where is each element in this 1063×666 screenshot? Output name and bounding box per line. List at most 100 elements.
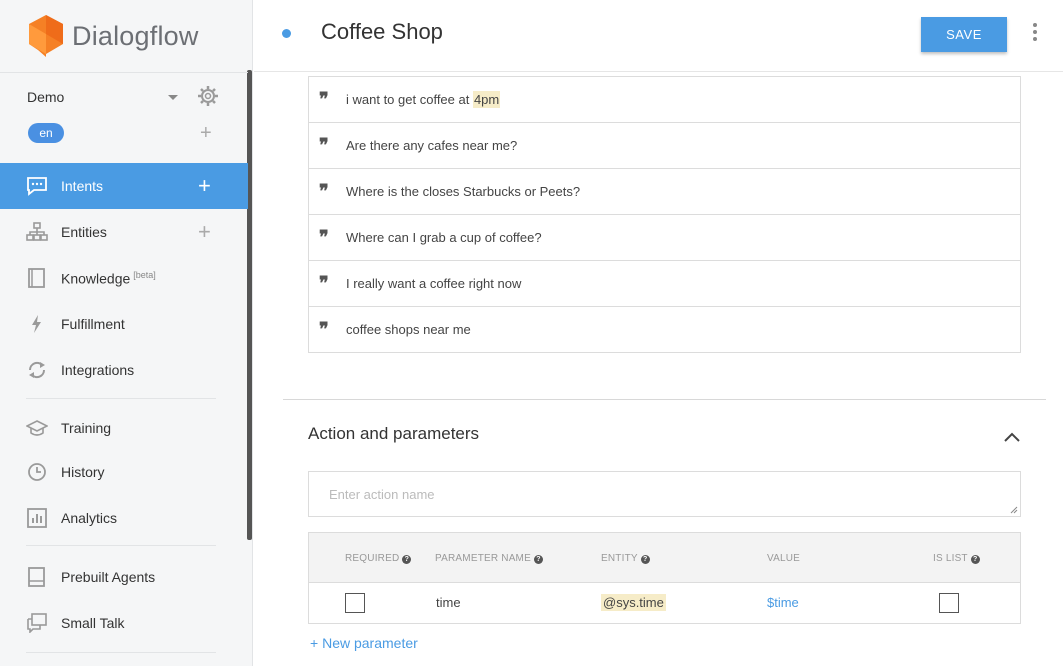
quote-icon: ❞ bbox=[319, 135, 329, 156]
value-cell[interactable]: $time bbox=[767, 595, 799, 610]
bar-chart-icon bbox=[27, 508, 47, 528]
quote-icon: ❞ bbox=[319, 319, 329, 340]
save-button[interactable]: SAVE bbox=[921, 17, 1007, 52]
hierarchy-icon bbox=[26, 222, 48, 241]
is-list-checkbox[interactable] bbox=[939, 593, 959, 613]
help-icon[interactable]: ? bbox=[640, 555, 650, 564]
sidebar-item-knowledge[interactable]: Knowledge [beta] bbox=[0, 255, 248, 301]
sidebar-item-label: Integrations bbox=[61, 362, 135, 378]
intent-name[interactable]: Coffee Shop bbox=[321, 19, 443, 45]
more-vert-icon[interactable] bbox=[1032, 23, 1038, 43]
sync-icon bbox=[28, 361, 46, 379]
column-label: PARAMETER NAME bbox=[435, 553, 531, 564]
lightning-icon bbox=[32, 315, 41, 333]
training-phrase[interactable]: ❞ coffee shops near me bbox=[309, 306, 1020, 352]
sidebar-item-entities[interactable]: Entities + bbox=[0, 209, 248, 255]
book-icon bbox=[28, 567, 45, 587]
column-header: ENTITY? bbox=[601, 553, 650, 564]
action-name-input[interactable] bbox=[308, 471, 1021, 517]
sidebar-item-prebuilt-agents[interactable]: Prebuilt Agents bbox=[0, 554, 248, 600]
chevron-down-icon[interactable] bbox=[168, 95, 178, 100]
column-label: REQUIRED bbox=[345, 553, 400, 564]
sidebar-item-intents[interactable]: Intents + bbox=[0, 163, 248, 209]
training-phrase[interactable]: ❞ I really want a coffee right now bbox=[309, 260, 1020, 306]
app-logo[interactable]: Dialogflow bbox=[28, 14, 199, 58]
plus-icon: + bbox=[310, 635, 323, 651]
sidebar-item-small-talk[interactable]: Small Talk bbox=[0, 600, 248, 646]
column-header: IS LIST? bbox=[933, 553, 980, 564]
app-name: Dialogflow bbox=[72, 20, 199, 51]
book-icon bbox=[28, 268, 45, 288]
sidebar-item-label: Entities bbox=[61, 224, 107, 240]
entity-cell[interactable]: @sys.time bbox=[601, 594, 666, 611]
training-phrase[interactable]: ❞ i want to get coffee at 4pm bbox=[309, 76, 1020, 122]
add-entity-icon[interactable]: + bbox=[198, 221, 211, 243]
quote-icon: ❞ bbox=[319, 181, 329, 202]
sidebar-item-label: History bbox=[61, 464, 105, 480]
resize-handle-icon[interactable] bbox=[1010, 506, 1018, 514]
phrase-text[interactable]: coffee shops near me bbox=[346, 322, 471, 337]
help-icon[interactable]: ? bbox=[970, 555, 980, 564]
sidebar-item-history[interactable]: History bbox=[0, 449, 248, 495]
new-parameter-link[interactable]: + New parameter bbox=[310, 635, 418, 651]
section-divider bbox=[283, 399, 1046, 400]
table-row: time @sys.time $time bbox=[309, 583, 1020, 623]
phrase-text[interactable]: Where can I grab a cup of coffee? bbox=[346, 230, 542, 245]
quote-icon: ❞ bbox=[319, 273, 329, 294]
sidebar-item-training[interactable]: Training bbox=[0, 405, 248, 451]
sidebar-item-label: Knowledge [beta] bbox=[61, 270, 156, 287]
column-header: REQUIRED? bbox=[345, 553, 412, 564]
sidebar-item-label: Small Talk bbox=[61, 615, 125, 631]
column-label: ENTITY bbox=[601, 553, 638, 564]
chevron-up-icon[interactable] bbox=[1003, 431, 1021, 443]
section-title[interactable]: Action and parameters bbox=[308, 424, 479, 444]
sidebar-item-label: Intents bbox=[61, 178, 104, 194]
sidebar: Dialogflow Demo en + Intents + Entities … bbox=[0, 0, 253, 666]
agent-selector: Demo en + bbox=[0, 72, 248, 162]
intent-header: Coffee Shop SAVE bbox=[254, 0, 1063, 72]
column-header: VALUE bbox=[767, 553, 800, 564]
gear-icon[interactable] bbox=[197, 85, 219, 112]
column-label: IS LIST bbox=[933, 553, 968, 564]
training-phrase[interactable]: ❞ Are there any cafes near me? bbox=[309, 122, 1020, 168]
column-header: PARAMETER NAME? bbox=[435, 553, 543, 564]
beta-badge: [beta] bbox=[133, 269, 156, 280]
sidebar-item-fulfillment[interactable]: Fulfillment bbox=[0, 301, 248, 347]
required-checkbox[interactable] bbox=[345, 593, 365, 613]
parameter-name-cell[interactable]: time bbox=[436, 595, 461, 610]
chat-icon bbox=[27, 177, 47, 196]
help-icon[interactable]: ? bbox=[533, 555, 543, 564]
training-phrases-list: ❞ i want to get coffee at 4pm ❞ Are ther… bbox=[308, 76, 1021, 353]
parameters-table: REQUIRED? PARAMETER NAME? ENTITY? VALUE … bbox=[308, 532, 1021, 624]
dialogflow-logo-icon bbox=[29, 15, 63, 57]
phrase-text[interactable]: Where is the closes Starbucks or Peets? bbox=[346, 184, 580, 199]
quote-icon: ❞ bbox=[319, 89, 329, 110]
phrase-text[interactable]: i want to get coffee at 4pm bbox=[346, 91, 501, 108]
phrase-segment: i want to get coffee at bbox=[346, 92, 473, 107]
table-header: REQUIRED? PARAMETER NAME? ENTITY? VALUE … bbox=[309, 533, 1020, 583]
language-chip[interactable]: en bbox=[28, 123, 64, 143]
help-icon[interactable]: ? bbox=[402, 555, 412, 564]
clock-icon bbox=[28, 463, 46, 481]
sidebar-item-label: Prebuilt Agents bbox=[61, 569, 156, 585]
sidebar-item-analytics[interactable]: Analytics bbox=[0, 495, 248, 541]
training-phrase[interactable]: ❞ Where is the closes Starbucks or Peets… bbox=[309, 168, 1020, 214]
training-phrase[interactable]: ❞ Where can I grab a cup of coffee? bbox=[309, 214, 1020, 260]
sidebar-divider bbox=[26, 652, 216, 653]
phrase-text[interactable]: Are there any cafes near me? bbox=[346, 138, 517, 153]
sidebar-item-integrations[interactable]: Integrations bbox=[0, 347, 248, 393]
sidebar-item-label: Fulfillment bbox=[61, 316, 125, 332]
add-intent-icon[interactable]: + bbox=[198, 175, 211, 197]
add-language-icon[interactable]: + bbox=[200, 123, 212, 143]
sidebar-divider bbox=[26, 545, 216, 546]
knowledge-label: Knowledge bbox=[61, 270, 131, 287]
phrase-text[interactable]: I really want a coffee right now bbox=[346, 276, 521, 291]
chat-bubbles-icon bbox=[27, 613, 47, 633]
graduation-cap-icon bbox=[26, 420, 48, 436]
annotated-parameter[interactable]: 4pm bbox=[472, 91, 501, 108]
status-dot bbox=[282, 29, 291, 38]
agent-name[interactable]: Demo bbox=[27, 89, 64, 105]
new-parameter-label: New parameter bbox=[322, 635, 418, 651]
sidebar-item-label: Analytics bbox=[61, 510, 118, 526]
sidebar-item-label: Training bbox=[61, 420, 112, 436]
